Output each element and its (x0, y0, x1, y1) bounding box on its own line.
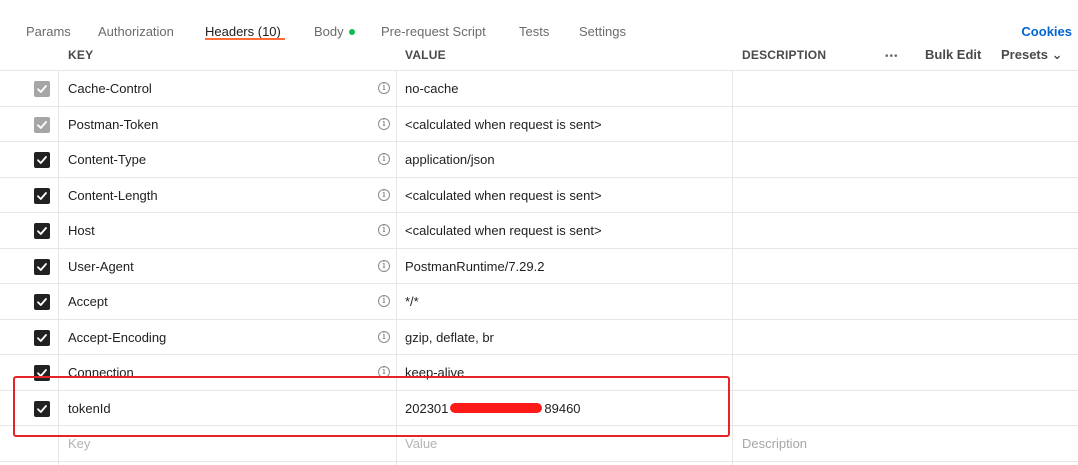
info-icon[interactable]: i (378, 153, 390, 165)
header-key[interactable]: tokenId (68, 401, 111, 416)
redaction-mark (450, 403, 543, 414)
row-checkbox[interactable] (34, 400, 50, 417)
header-value[interactable]: keep-alive (405, 365, 464, 380)
row-checkbox[interactable] (34, 365, 50, 381)
table-row: i User-Agent PostmanRuntime/7.29.2 (0, 249, 1078, 284)
table-row: i Postman-Token <calculated when request i… (0, 107, 1078, 142)
header-key[interactable]: Accept-Encoding (68, 330, 166, 345)
row-checkbox[interactable] (34, 187, 50, 204)
tab-body-label: Body (314, 24, 344, 39)
header-key[interactable]: User-Agent (68, 259, 134, 274)
presets-dropdown[interactable]: Presets ⌄ (1001, 47, 1062, 63)
info-icon[interactable]: i (378, 295, 390, 307)
info-icon[interactable]: i (378, 366, 390, 378)
header-value[interactable]: <calculated when request is sent> (405, 223, 602, 238)
info-icon[interactable]: i (378, 117, 390, 130)
row-checkbox[interactable] (34, 294, 50, 310)
token-value-suffix: 89460 (544, 400, 581, 416)
header-value[interactable]: no-cache (405, 81, 458, 96)
header-key[interactable]: Connection (68, 365, 134, 380)
tab-authorization[interactable]: Authorization (98, 24, 174, 39)
header-key[interactable]: Content-Type (68, 152, 146, 167)
info-icon[interactable]: i (378, 82, 390, 94)
new-header-row: Key Value Description (0, 426, 1078, 462)
column-key: KEY (68, 48, 94, 62)
info-icon[interactable]: i (378, 259, 390, 272)
header-value[interactable]: application/json (405, 152, 495, 167)
table-row: i Connection keep-alive (0, 355, 1078, 391)
new-key-input[interactable]: Key (68, 436, 90, 451)
table-row: tokenId 202301 89460 (0, 391, 1078, 426)
row-checkbox[interactable] (34, 329, 50, 346)
header-value[interactable]: PostmanRuntime/7.29.2 (405, 259, 544, 274)
token-value-prefix: 202301 (405, 400, 449, 416)
headers-table-header: KEY VALUE DESCRIPTION ••• Bulk Edit Pres… (0, 41, 1078, 71)
info-icon[interactable]: i (378, 330, 390, 343)
info-icon[interactable]: i (378, 188, 390, 201)
active-tab-indicator (205, 38, 285, 40)
table-row: i Content-Length <calculated when request … (0, 178, 1078, 213)
table-row: i Accept */* (0, 284, 1078, 320)
tab-body[interactable]: Body (314, 24, 355, 39)
row-checkbox[interactable] (34, 152, 50, 168)
header-value[interactable]: <calculated when request is sent> (405, 188, 602, 203)
body-status-dot (348, 28, 355, 35)
row-checkbox[interactable] (34, 258, 50, 275)
info-icon[interactable]: i (378, 224, 390, 236)
row-checkbox[interactable] (34, 81, 50, 97)
new-description-input[interactable]: Description (742, 436, 807, 451)
bulk-edit-button[interactable]: Bulk Edit (925, 47, 981, 62)
header-value[interactable]: */* (405, 294, 419, 309)
header-key[interactable]: Host (68, 223, 95, 238)
header-value[interactable]: 202301 89460 (405, 401, 581, 416)
table-row: i Cache-Control no-cache (0, 71, 1078, 107)
new-value-input[interactable]: Value (405, 436, 437, 451)
table-row: i Content-Type application/json (0, 142, 1078, 178)
column-description: DESCRIPTION (742, 48, 827, 62)
tab-settings[interactable]: Settings (579, 24, 626, 39)
table-row: i Host <calculated when request is sent> (0, 213, 1078, 249)
row-checkbox[interactable] (34, 116, 50, 133)
row-checkbox[interactable] (34, 223, 50, 239)
column-value: VALUE (405, 48, 446, 62)
header-key[interactable]: Content-Length (68, 188, 158, 203)
tab-params[interactable]: Params (26, 24, 71, 39)
request-tabs: Params Authorization Headers (10) Body P… (0, 0, 1078, 40)
header-key[interactable]: Postman-Token (68, 117, 158, 132)
tab-pre-request-script[interactable]: Pre-request Script (381, 24, 486, 39)
tab-tests[interactable]: Tests (519, 24, 549, 39)
table-row: i Accept-Encoding gzip, deflate, br (0, 320, 1078, 355)
headers-table: i Cache-Control no-cache i Postman-Token <cal… (0, 71, 1078, 462)
cookies-link[interactable]: Cookies (1021, 24, 1072, 39)
more-options-icon[interactable]: ••• (885, 51, 899, 62)
header-value[interactable]: <calculated when request is sent> (405, 117, 602, 132)
header-value[interactable]: gzip, deflate, br (405, 330, 494, 345)
tab-headers[interactable]: Headers (10) (205, 24, 281, 39)
header-key[interactable]: Accept (68, 294, 108, 309)
header-key[interactable]: Cache-Control (68, 81, 152, 96)
